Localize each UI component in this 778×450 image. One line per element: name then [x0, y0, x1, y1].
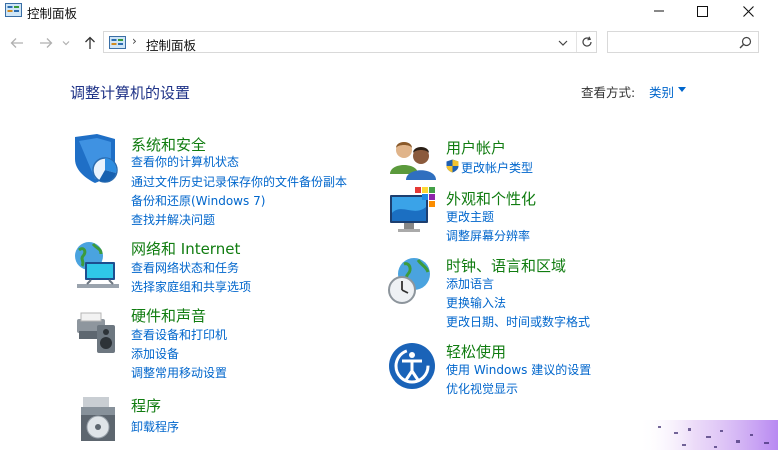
close-icon	[742, 5, 754, 17]
appearance-personalization-icon[interactable]	[388, 187, 440, 239]
link-optimize-visual-display[interactable]: 优化视觉显示	[446, 380, 518, 397]
view-by-label: 查看方式:	[581, 85, 636, 100]
link-view-computer-status[interactable]: 查看你的计算机状态	[131, 153, 239, 170]
link-change-input-method[interactable]: 更换输入法	[446, 294, 506, 311]
category-clock-language-region[interactable]: 时钟、语言和区域	[446, 255, 566, 276]
caret-down-icon[interactable]	[678, 87, 686, 93]
navigation-bar: › 控制面板	[0, 29, 778, 57]
up-arrow-icon	[85, 36, 95, 49]
link-troubleshoot[interactable]: 查找并解决问题	[131, 211, 215, 228]
page-title: 调整计算机的设置	[70, 84, 191, 102]
network-internet-icon[interactable]	[71, 240, 123, 292]
category-ease-of-access[interactable]: 轻松使用	[446, 341, 506, 362]
link-add-language[interactable]: 添加语言	[446, 275, 494, 292]
category-appearance-personalization[interactable]: 外观和个性化	[446, 188, 536, 209]
maximize-button[interactable]	[679, 0, 725, 22]
link-date-time-format[interactable]: 更改日期、时间或数字格式	[446, 313, 590, 330]
control-panel-icon	[109, 36, 126, 49]
minimize-icon	[654, 10, 664, 12]
maximize-icon	[696, 5, 708, 17]
up-button[interactable]	[80, 33, 100, 53]
breadcrumb-control-panel[interactable]: 控制面板	[146, 35, 196, 54]
link-screen-resolution[interactable]: 调整屏幕分辨率	[446, 227, 530, 244]
link-windows-suggested-settings[interactable]: 使用 Windows 建议的设置	[446, 361, 591, 378]
search-box[interactable]	[607, 31, 759, 53]
uac-shield-icon	[446, 159, 459, 173]
link-change-account-type[interactable]: 更改帐户类型	[461, 159, 533, 176]
recent-locations-button[interactable]	[60, 33, 72, 53]
breadcrumb-separator: ›	[132, 34, 137, 48]
search-icon[interactable]	[739, 36, 752, 49]
refresh-button[interactable]	[576, 32, 597, 52]
chevron-down-icon[interactable]	[557, 37, 569, 49]
back-button[interactable]	[7, 33, 27, 53]
link-homegroup-sharing[interactable]: 选择家庭组和共享选项	[131, 278, 251, 295]
window-title: 控制面板	[27, 6, 78, 21]
category-user-accounts[interactable]: 用户帐户	[446, 137, 506, 158]
address-bar[interactable]: › 控制面板	[103, 31, 597, 53]
clock-language-region-icon[interactable]	[388, 256, 440, 308]
system-security-icon[interactable]	[71, 133, 123, 185]
chevron-down-icon	[62, 41, 70, 46]
minimize-button[interactable]	[636, 0, 682, 22]
link-devices-printers[interactable]: 查看设备和打印机	[131, 326, 227, 343]
image-artifact	[638, 420, 778, 450]
link-add-device[interactable]: 添加设备	[131, 345, 179, 362]
forward-arrow-icon	[40, 38, 53, 48]
link-change-theme[interactable]: 更改主题	[446, 208, 494, 225]
ease-of-access-icon[interactable]	[388, 342, 440, 394]
user-accounts-icon[interactable]	[388, 136, 440, 188]
view-by-dropdown[interactable]: 类别	[649, 82, 674, 101]
close-button[interactable]	[725, 0, 771, 22]
category-hardware-sound[interactable]: 硬件和声音	[131, 305, 206, 326]
category-network-internet[interactable]: 网络和 Internet	[131, 238, 240, 259]
link-mobility-settings[interactable]: 调整常用移动设置	[131, 364, 227, 381]
forward-button[interactable]	[36, 33, 56, 53]
link-file-history-backup[interactable]: 通过文件历史记录保存你的文件备份副本	[131, 173, 347, 190]
category-programs[interactable]: 程序	[131, 395, 161, 416]
hardware-sound-icon[interactable]	[71, 305, 123, 357]
control-panel-icon	[5, 3, 22, 17]
programs-icon[interactable]	[71, 393, 123, 445]
category-system-security[interactable]: 系统和安全	[131, 134, 206, 155]
link-backup-restore[interactable]: 备份和还原(Windows 7)	[131, 192, 265, 209]
link-network-status[interactable]: 查看网络状态和任务	[131, 259, 239, 276]
back-arrow-icon	[10, 38, 23, 48]
link-uninstall-program[interactable]: 卸载程序	[131, 418, 179, 435]
title-bar: 控制面板	[0, 0, 778, 24]
refresh-icon	[582, 36, 592, 47]
